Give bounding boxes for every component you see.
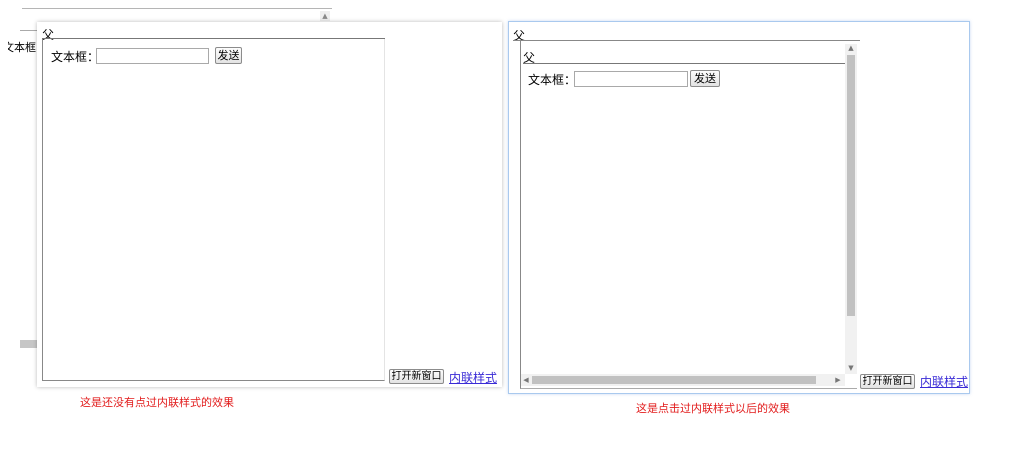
right-horizontal-scroll-thumb[interactable] [532,376,816,384]
right-text-input[interactable] [574,71,688,87]
background-scrollbar-thumb[interactable] [20,340,38,348]
scroll-up-arrow-icon[interactable]: ▲ [845,44,857,53]
right-text-label: 文本框： [528,73,577,87]
left-open-window-button[interactable]: 打开新窗口 [389,369,444,384]
left-iframe: 文本框： 发送 [42,39,385,381]
left-demo-panel: 父 文本框： 发送 打开新窗口 内联样式 [37,22,502,387]
right-outer-iframe: 父 文本框： 发送 ▲ ▼ ◀ ▶ [520,41,857,389]
right-vertical-scrollbar[interactable]: ▲ ▼ [845,44,857,374]
left-caption: 这是还没有点过内联样式的效果 [80,396,234,409]
right-caption: 这是点击过内联样式以后的效果 [636,402,790,415]
left-inline-style-link[interactable]: 内联样式 [449,369,497,386]
scroll-down-arrow-icon[interactable]: ▼ [845,364,857,373]
left-text-input[interactable] [96,48,209,64]
background-top-rule [22,8,332,9]
left-send-button[interactable]: 发送 [215,47,242,64]
scroll-right-arrow-icon[interactable]: ▶ [833,376,843,385]
scroll-left-arrow-icon[interactable]: ◀ [521,376,531,385]
right-inline-style-link[interactable]: 内联样式 [920,373,968,390]
right-inner-title-rule [523,63,845,64]
left-text-label: 文本框： [51,50,100,64]
right-vertical-scroll-thumb[interactable] [847,55,855,316]
right-send-button[interactable]: 发送 [690,70,720,87]
right-open-window-button[interactable]: 打开新窗口 [860,374,915,389]
right-demo-panel: 父 父 文本框： 发送 ▲ ▼ ◀ ▶ 打开新窗口 内联样式 [508,21,970,394]
background-scroll-up-arrow[interactable]: ▲ [320,11,330,21]
right-horizontal-scrollbar[interactable]: ◀ ▶ [521,374,845,386]
background-text-label: 文本框 [8,41,36,54]
